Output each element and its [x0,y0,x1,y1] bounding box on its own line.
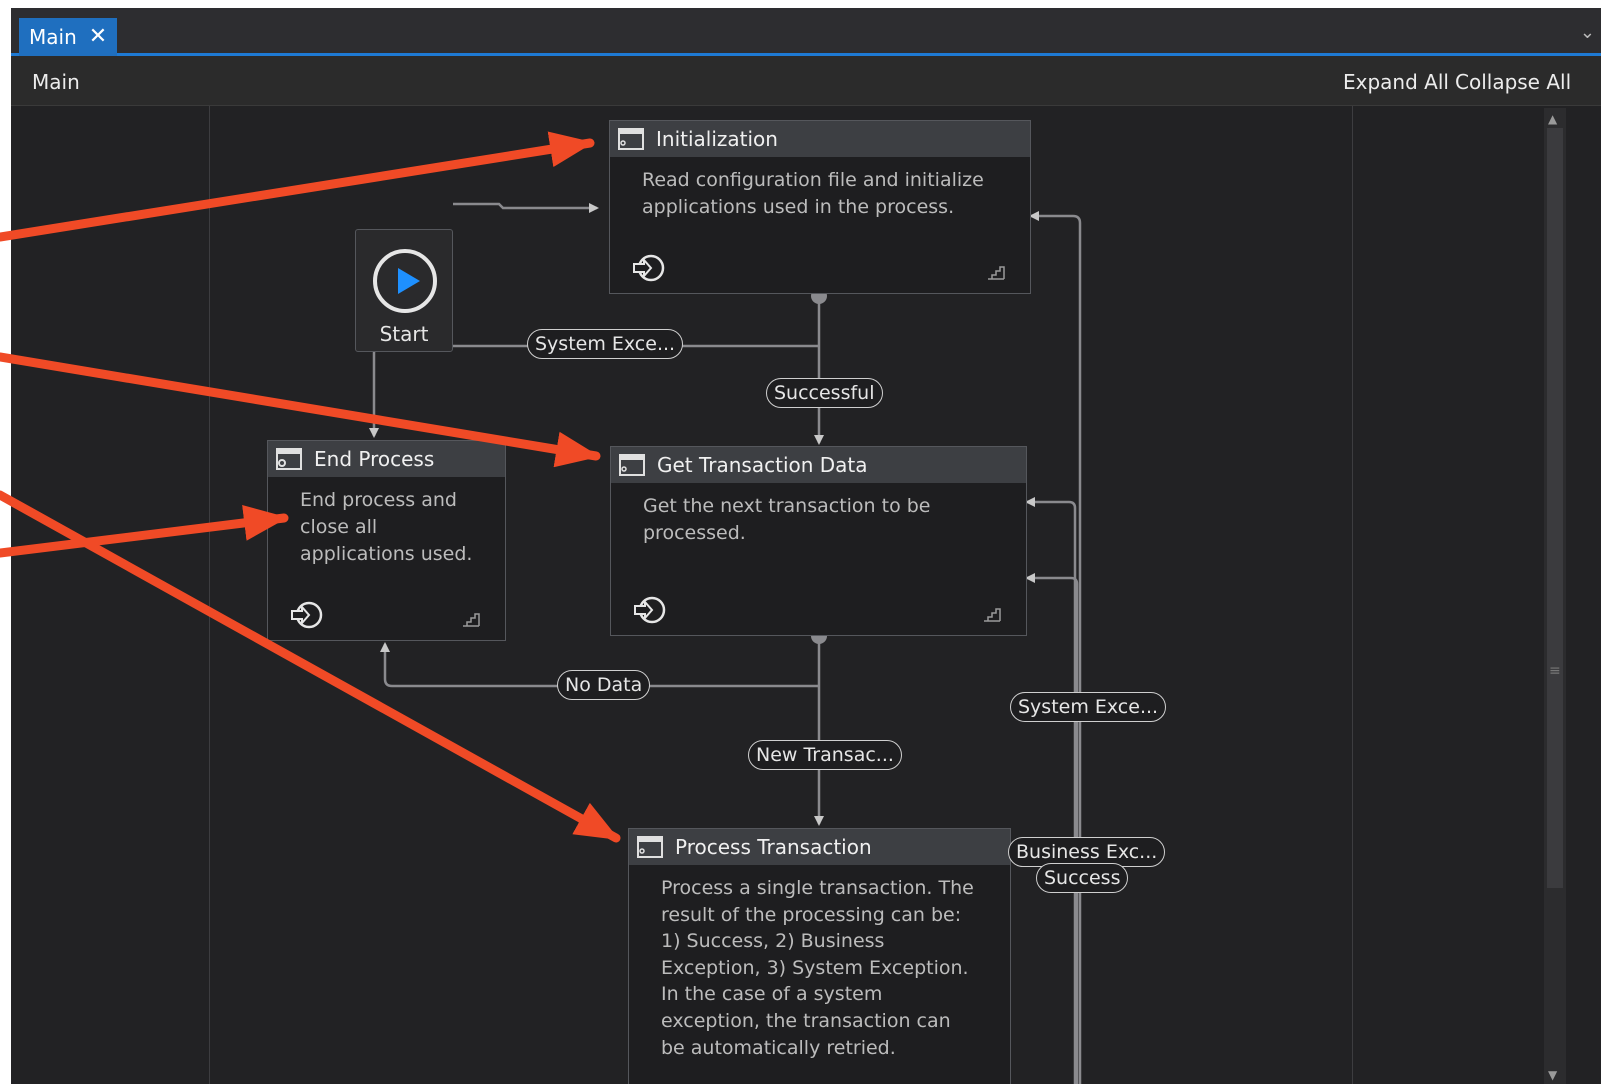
activity-title: Get Transaction Data [657,453,868,477]
collapse-all-button[interactable]: Collapse All [1455,70,1571,94]
connector-system-exception [369,344,819,438]
transition-no-data[interactable]: No Data [557,670,651,700]
transition-successful[interactable]: Successful [766,378,883,408]
activity-initialization[interactable]: Initialization Read configuration file a… [609,120,1031,294]
activity-description: Get the next transaction to be processed… [643,495,931,544]
start-node[interactable]: Start [355,229,453,352]
connector-start-init [453,202,599,213]
workflow-designer-window: Main ✕ ⌄ Main Expand All Collapse All St… [11,8,1601,1084]
close-icon[interactable]: ✕ [89,26,107,48]
invoke-workflow-icon [633,254,665,282]
tab-main[interactable]: Main ✕ [19,18,117,56]
start-label: Start [379,322,429,346]
scroll-grip-icon: ≡ [1549,663,1561,679]
expand-all-button[interactable]: Expand All [1343,70,1449,94]
transition-system-exception[interactable]: System Exce... [527,329,684,359]
activity-description: Read configuration file and initialize a… [642,169,984,218]
activity-title: End Process [314,447,435,471]
chevron-down-icon[interactable]: ⌄ [1580,22,1595,43]
flowchart-canvas[interactable]: Start Initialization Read configuration … [11,106,1601,1084]
vertical-scrollbar[interactable]: ▲ ≡ ▼ [1544,108,1566,1084]
canvas-guide-line [1352,106,1353,1084]
transition-success[interactable]: Success [1036,863,1129,893]
activity-end-process[interactable]: End Process End process and close all ap… [267,440,506,641]
connector-business-exception [1025,497,1077,1084]
invoke-workflow-icon [634,596,666,624]
connector-success [1025,573,1079,1084]
activity-title: Process Transaction [675,835,872,859]
workflow-file-icon [618,128,644,150]
scroll-down-icon[interactable]: ▼ [1548,1068,1557,1082]
scroll-thumb[interactable] [1547,128,1563,888]
activity-title: Initialization [656,127,778,151]
activity-get-transaction-data[interactable]: Get Transaction Data Get the next transa… [610,446,1027,636]
workflow-file-icon [637,836,663,858]
play-icon [373,249,437,313]
activity-process-transaction[interactable]: Process Transaction Process a single tra… [628,828,1011,1084]
workflow-file-icon [619,454,645,476]
activity-description: End process and close all applications u… [300,489,473,565]
designer-header: Main Expand All Collapse All [11,56,1601,106]
expand-activity-icon[interactable] [986,263,1006,281]
transition-system-exception-retry[interactable]: System Exce... [1010,692,1167,722]
expand-activity-icon[interactable] [982,605,1002,623]
invoke-workflow-icon [291,601,323,629]
connector-retry-init [1029,211,1082,1084]
tab-strip: Main ✕ ⌄ [11,8,1601,56]
activity-description: Process a single transaction. The result… [661,877,974,1059]
workflow-file-icon [276,448,302,470]
canvas-guide-line [209,106,210,1084]
scroll-up-icon[interactable]: ▲ [1548,112,1557,126]
tab-main-label: Main [29,25,77,49]
transition-new-transaction[interactable]: New Transac... [748,740,902,770]
breadcrumb[interactable]: Main [32,70,80,94]
expand-activity-icon[interactable] [461,610,481,628]
